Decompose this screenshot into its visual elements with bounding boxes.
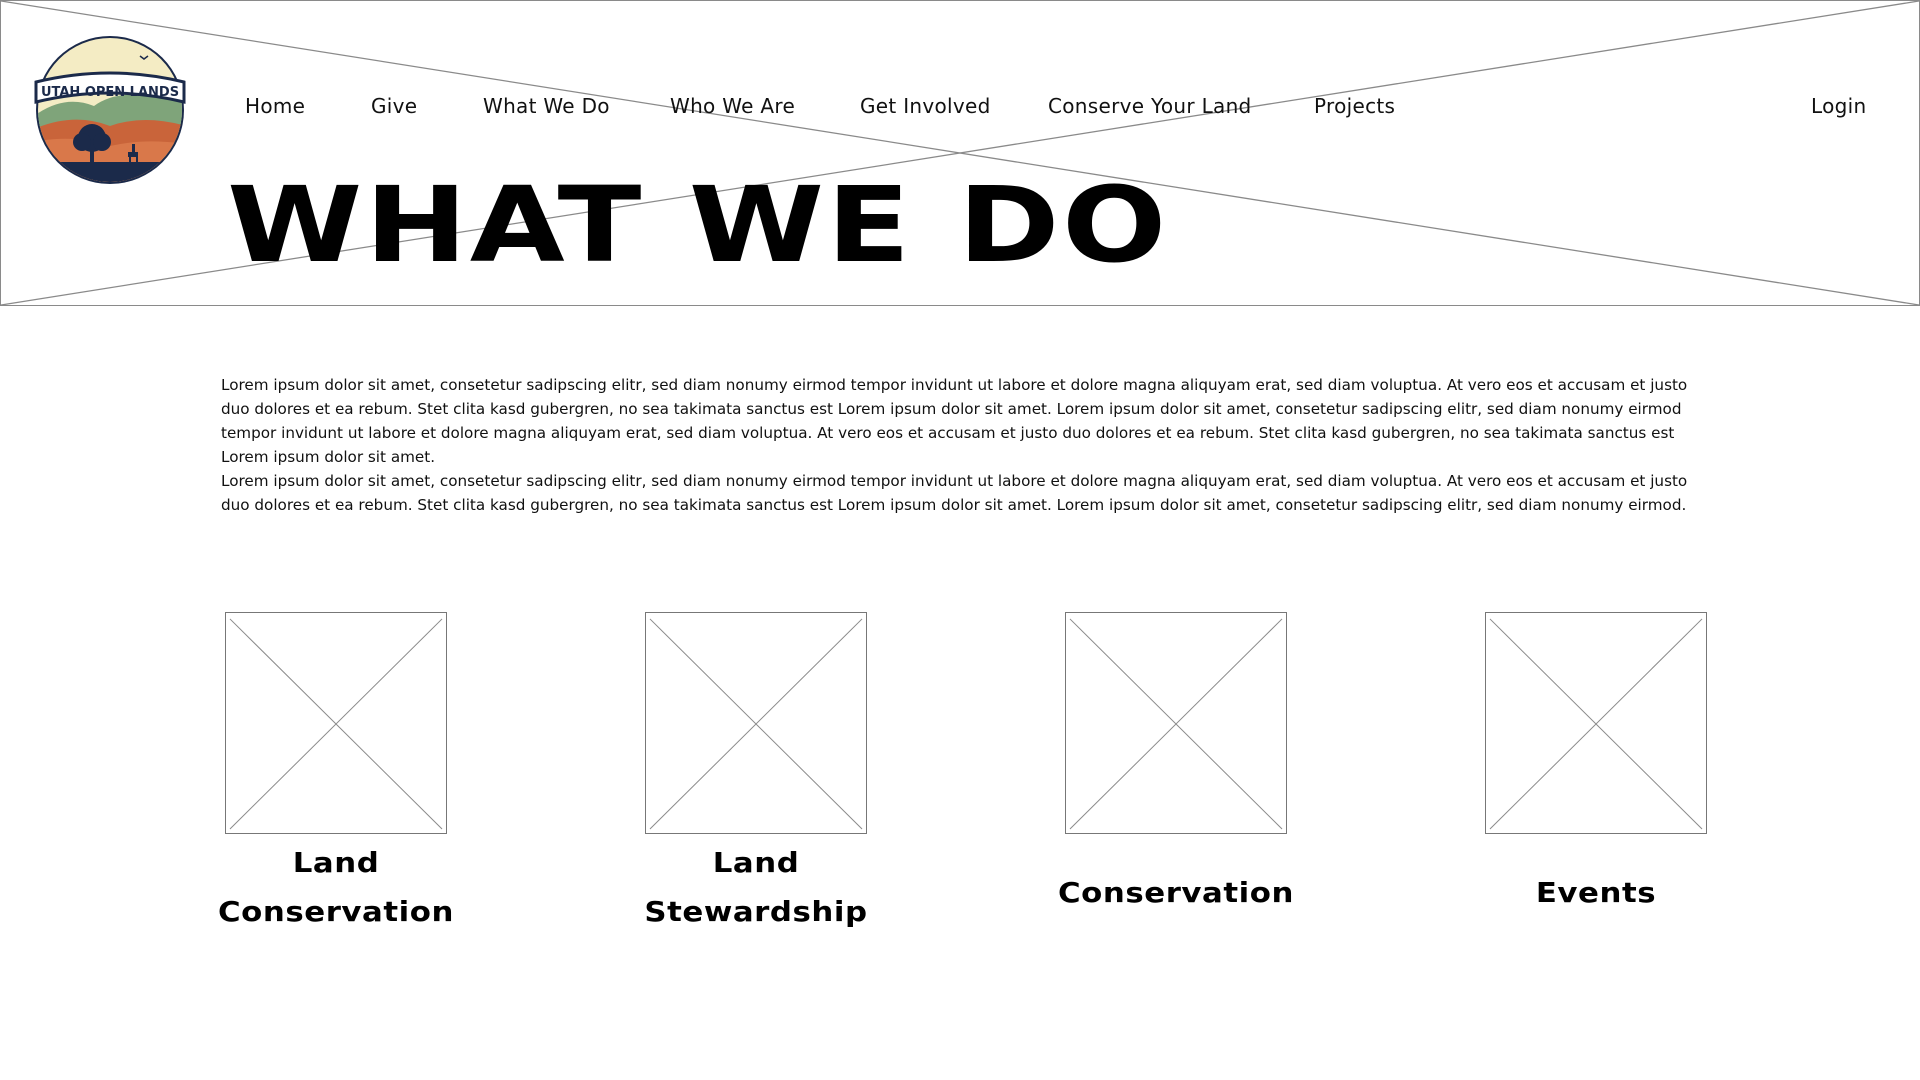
nav-item-projects[interactable]: Projects: [1314, 94, 1395, 118]
hero-image-placeholder: UTAH OPEN LANDS Home Give What We Do Who…: [0, 0, 1920, 306]
card-title-line[interactable]: Land: [148, 838, 524, 887]
card-image-placeholder[interactable]: [1485, 612, 1707, 834]
card-image-placeholder[interactable]: [645, 612, 867, 834]
nav-item-home[interactable]: Home: [245, 94, 305, 118]
card-image-placeholder[interactable]: [225, 612, 447, 834]
page: UTAH OPEN LANDS Home Give What We Do Who…: [0, 0, 1920, 1080]
nav-item-what-we-do[interactable]: What We Do: [483, 94, 610, 118]
nav-item-who-we-are[interactable]: Who We Are: [670, 94, 795, 118]
card-title-line[interactable]: Conservation: [988, 868, 1364, 917]
card-title-line[interactable]: Events: [1408, 868, 1784, 917]
card-title-line[interactable]: Conservation: [148, 887, 524, 936]
nav-item-give[interactable]: Give: [371, 94, 417, 118]
card-image-placeholder[interactable]: [1065, 612, 1287, 834]
placeholder-cross-icon: [1489, 618, 1703, 830]
nav-item-conserve-your-land[interactable]: Conserve Your Land: [1048, 94, 1252, 118]
intro-paragraph: Lorem ipsum dolor sit amet, consetetur s…: [221, 472, 1688, 514]
intro-text: Lorem ipsum dolor sit amet, consetetur s…: [221, 373, 1706, 517]
page-title: WHAT WE DO: [227, 164, 1169, 286]
nav-item-get-involved[interactable]: Get Involved: [860, 94, 991, 118]
placeholder-cross-icon: [649, 618, 863, 830]
main-nav: Home Give What We Do Who We Are Get Invo…: [1, 94, 1920, 124]
placeholder-cross-icon: [229, 618, 443, 830]
card-title-line[interactable]: Land: [568, 838, 944, 887]
intro-paragraph: Lorem ipsum dolor sit amet, consetetur s…: [221, 376, 1688, 466]
card-title-line[interactable]: Stewardship: [568, 887, 944, 936]
login-link[interactable]: Login: [1811, 94, 1866, 118]
placeholder-cross-icon: [1069, 618, 1283, 830]
